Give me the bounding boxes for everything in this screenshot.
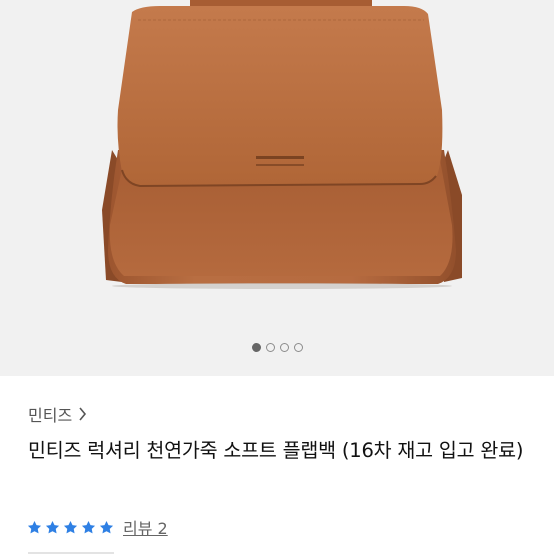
star-icon xyxy=(99,520,114,533)
gallery-dot-1[interactable] xyxy=(251,343,261,352)
product-image xyxy=(102,0,462,289)
gallery-dot-2[interactable] xyxy=(265,343,275,352)
star-icon xyxy=(81,520,96,533)
rating-row[interactable]: 리뷰 2 xyxy=(27,515,168,539)
chevron-right-icon xyxy=(79,407,87,421)
star-icon xyxy=(27,520,42,533)
product-image-gallery[interactable] xyxy=(0,0,554,376)
star-icon xyxy=(63,520,78,533)
brand-link[interactable]: 민티즈 xyxy=(28,402,87,426)
product-title: 민티즈 럭셔리 천연가죽 소프트 플랩백 (16차 재고 입고 완료) xyxy=(28,439,524,462)
product-info: 민티즈 민티즈 럭셔리 천연가죽 소프트 플랩백 (16차 재고 입고 완료) … xyxy=(0,376,554,554)
brand-name: 민티즈 xyxy=(28,406,73,425)
gallery-pagination xyxy=(0,343,554,359)
gallery-dot-4[interactable] xyxy=(293,343,303,352)
gallery-dot-3[interactable] xyxy=(279,343,289,352)
review-count-link[interactable]: 리뷰 2 xyxy=(123,515,168,539)
star-icon xyxy=(45,520,60,533)
